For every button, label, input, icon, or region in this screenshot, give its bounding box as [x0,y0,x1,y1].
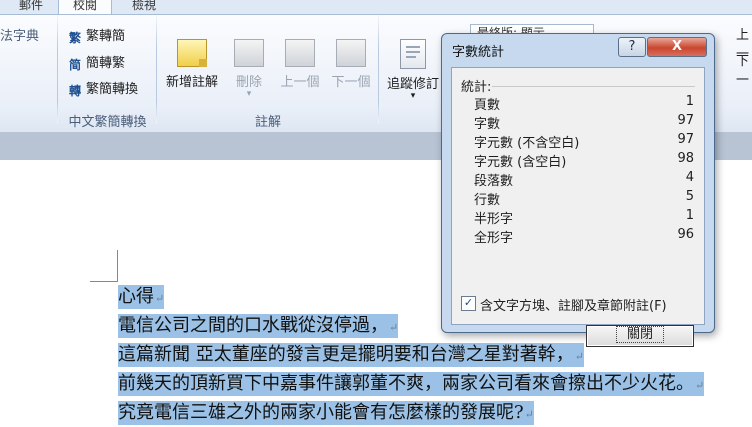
include-textboxes-label[interactable]: 含文字方塊、註腳及章節附註(F) [480,295,667,314]
divider [492,86,695,87]
ribbon-partial-label[interactable]: 法字典 [0,25,39,44]
tab-review[interactable]: 校閱 [58,0,112,15]
document-line[interactable]: 前幾天的頂新買下中嘉事件讓郭董不爽，兩家公司看來會擦出不少火花。↵ [118,372,705,396]
chevron-down-icon: ▾ [246,89,252,99]
stat-row-chars-with-spaces: 字元數 (含空白) 98 [474,151,694,170]
paragraph-mark-icon: ↵ [524,408,534,421]
comments-group-label: 註解 [254,115,281,130]
simp-to-trad-icon: 简 [68,58,81,72]
next-comment-icon [336,39,366,67]
page-corner-mark [90,281,118,282]
delete-comment-button[interactable]: 刪除 ▾ [226,39,272,99]
page-corner-mark [117,250,118,282]
document-line[interactable]: 這篇新聞 亞太董座的發言更是擺明要和台灣之星對著幹，↵ [118,343,584,367]
previous-comment-button[interactable]: 上一個 [275,39,325,90]
stat-row-fullwidth: 全形字 96 [474,227,694,246]
document-line[interactable]: 心得↵ [118,285,165,309]
tab-mailings[interactable]: 郵件 [10,0,52,14]
ribbon-separator [378,15,379,123]
new-comment-button[interactable]: 新增註解 [160,39,224,90]
convert-icon: 轉 [68,84,81,98]
next-comment-button[interactable]: 下一個 [326,39,376,90]
close-button[interactable]: 關閉 [586,325,694,347]
track-changes-icon [400,39,426,69]
stat-row-words: 字數 97 [474,113,694,132]
trad-to-simp-icon: 繁 [68,31,81,45]
close-icon[interactable]: X [647,37,707,57]
paragraph-mark-icon: ↵ [389,321,399,334]
stat-row-halfwidth: 半形字 1 [474,208,694,227]
document-line[interactable]: 電信公司之間的口水戰從沒停過，↵ [118,314,399,338]
chinese-convert-button[interactable]: 轉繁簡轉換 [68,78,138,98]
stat-row-paragraphs: 段落數 4 [474,170,694,189]
stat-row-chars-no-spaces: 字元數 (不含空白) 97 [474,132,694,151]
chevron-down-icon: ▾ [410,91,416,101]
include-textboxes-checkbox[interactable]: ✓ [461,296,476,311]
statistics-label: 統計: [461,80,492,95]
paragraph-mark-icon: ↵ [695,379,705,392]
stat-row-lines: 行數 5 [474,189,694,208]
delete-comment-icon [234,39,264,67]
dialog-body: 統計: 頁數 1 字數 97 字元數 (不含空白) 97 字元數 (含空白) 98 段落… [451,67,705,347]
next-change-button[interactable]: 下一 [736,50,752,88]
new-comment-icon [177,39,207,67]
tab-view[interactable]: 檢視 [122,0,166,14]
ribbon-separator [57,15,58,123]
word-count-dialog: 字數統計 ? X 統計: 頁數 1 字數 97 字元數 (不含空白) 97 字元數 (… [441,33,715,347]
simp-to-trad-button[interactable]: 简簡轉繁 [68,52,125,72]
ribbon-tab-strip: 郵件 校閱 檢視 [0,0,752,15]
previous-comment-icon [285,39,315,67]
stat-row-pages: 頁數 1 [474,94,694,113]
chinese-conversion-group-label: 中文繁簡轉換 [68,115,147,130]
document-line[interactable]: 究竟電信三雄之外的兩家小能會有怎麼樣的發展呢?↵ [118,401,534,425]
dialog-title: 字數統計 [452,45,505,60]
track-changes-button[interactable]: 追蹤修訂 ▾ [385,39,441,101]
ribbon-separator [156,15,157,123]
paragraph-mark-icon: ↵ [155,292,165,305]
help-button[interactable]: ? [618,37,646,57]
paragraph-mark-icon: ↵ [574,350,584,363]
trad-to-simp-button[interactable]: 繁繁轉簡 [68,25,125,45]
